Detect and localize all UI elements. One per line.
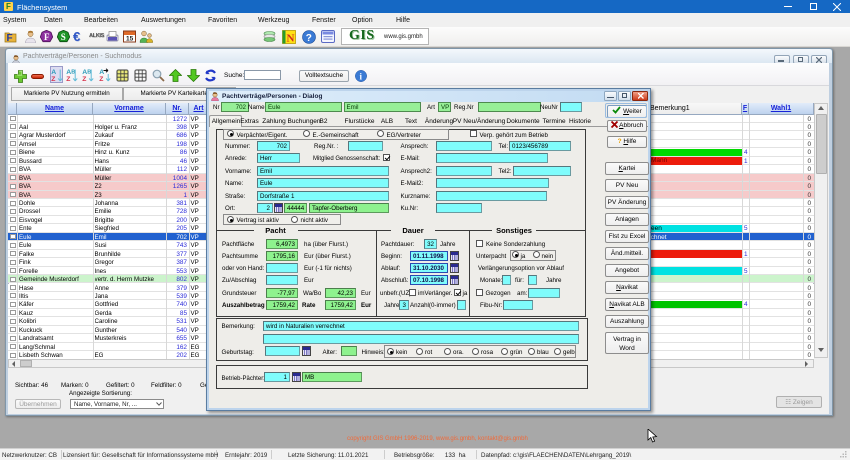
svg-text:A: A xyxy=(51,69,56,76)
svg-text:F: F xyxy=(7,33,13,43)
svg-text:S: S xyxy=(60,32,65,42)
svg-text:B: B xyxy=(87,70,91,76)
svg-text:?: ? xyxy=(306,33,312,44)
svg-text:Z: Z xyxy=(99,76,103,82)
svg-text:Z: Z xyxy=(82,76,86,82)
svg-text:N: N xyxy=(287,32,295,44)
svg-text:A: A xyxy=(99,69,104,76)
svg-text:Z: Z xyxy=(51,76,55,82)
svg-text:Z: Z xyxy=(66,76,70,82)
svg-text:B: B xyxy=(71,70,75,76)
svg-text:F: F xyxy=(44,32,50,42)
svg-text:15: 15 xyxy=(126,36,134,43)
